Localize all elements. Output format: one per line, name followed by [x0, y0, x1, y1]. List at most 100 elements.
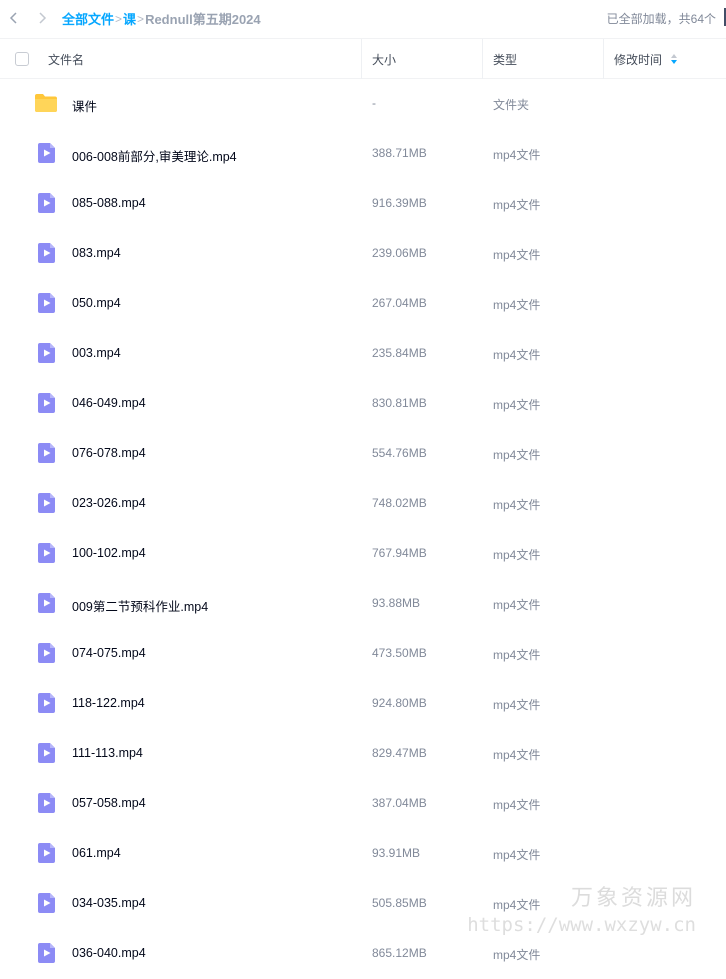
video-file-icon — [37, 242, 61, 264]
file-type: mp4文件 — [493, 898, 541, 912]
file-name[interactable]: 074-075.mp4 — [72, 646, 146, 660]
file-type: mp4文件 — [493, 698, 541, 712]
video-file-icon — [37, 142, 61, 164]
file-row[interactable]: 050.mp4 267.04MB mp4文件 — [0, 279, 726, 329]
top-bar: 全部文件 > 课 > Rednull第五期2024 已全部加载，共64个 — [0, 0, 726, 36]
file-row[interactable]: 111-113.mp4 829.47MB mp4文件 — [0, 729, 726, 779]
folder-icon — [34, 93, 58, 115]
file-size: 388.71MB — [372, 146, 427, 160]
file-name[interactable]: 083.mp4 — [72, 246, 121, 260]
chevron-right-icon — [39, 12, 47, 24]
breadcrumb-root[interactable]: 全部文件 — [62, 9, 114, 28]
file-row[interactable]: 046-049.mp4 830.81MB mp4文件 — [0, 379, 726, 429]
file-row[interactable]: 009第二节预科作业.mp4 93.88MB mp4文件 — [0, 579, 726, 629]
load-status: 已全部加载，共64个 — [606, 12, 716, 26]
file-size: 924.80MB — [372, 696, 427, 710]
file-row[interactable]: 083.mp4 239.06MB mp4文件 — [0, 229, 726, 279]
column-header-size[interactable]: 大小 — [372, 39, 396, 79]
column-header-type-label: 类型 — [493, 52, 518, 67]
file-row[interactable]: 085-088.mp4 916.39MB mp4文件 — [0, 179, 726, 229]
file-row[interactable]: 课件 - 文件夹 — [0, 79, 726, 129]
column-header-name[interactable]: 文件名 — [48, 39, 84, 79]
video-file-icon — [37, 542, 61, 564]
file-type: 文件夹 — [493, 98, 530, 112]
video-file-icon — [37, 742, 61, 764]
file-name[interactable]: 003.mp4 — [72, 346, 121, 360]
video-file-icon — [37, 892, 61, 914]
file-name[interactable]: 118-122.mp4 — [72, 696, 145, 710]
file-name[interactable]: 034-035.mp4 — [72, 896, 146, 910]
column-header-type[interactable]: 类型 — [493, 39, 517, 79]
file-size: 916.39MB — [372, 196, 427, 210]
breadcrumb-separator: > — [115, 11, 123, 26]
file-name[interactable]: 076-078.mp4 — [72, 446, 146, 460]
video-file-icon — [37, 642, 61, 664]
file-type: mp4文件 — [493, 298, 541, 312]
file-row[interactable]: 034-035.mp4 505.85MB mp4文件 — [0, 879, 726, 929]
sort-icon[interactable] — [670, 53, 678, 65]
file-type: mp4文件 — [493, 148, 541, 162]
file-name[interactable]: 036-040.mp4 — [72, 946, 146, 960]
file-type: mp4文件 — [493, 848, 541, 862]
file-type: mp4文件 — [493, 448, 541, 462]
file-type: mp4文件 — [493, 648, 541, 662]
file-size: 93.88MB — [372, 596, 421, 610]
file-row[interactable]: 036-040.mp4 865.12MB mp4文件 — [0, 929, 726, 979]
file-type: mp4文件 — [493, 598, 541, 612]
file-name[interactable]: 009第二节预科作业.mp4 — [72, 596, 208, 615]
file-row[interactable]: 003.mp4 235.84MB mp4文件 — [0, 329, 726, 379]
file-size: 830.81MB — [372, 396, 427, 410]
file-size: 235.84MB — [372, 346, 427, 360]
file-type: mp4文件 — [493, 748, 541, 762]
file-size: 267.04MB — [372, 296, 427, 310]
file-row[interactable]: 076-078.mp4 554.76MB mp4文件 — [0, 429, 726, 479]
video-file-icon — [37, 592, 61, 614]
file-name[interactable]: 085-088.mp4 — [72, 196, 146, 210]
file-name[interactable]: 057-058.mp4 — [72, 796, 146, 810]
file-size: 387.04MB — [372, 796, 427, 810]
list-header: 文件名 大小 类型 修改时间 — [0, 38, 726, 79]
file-size: 767.94MB — [372, 546, 427, 560]
select-all-checkbox[interactable] — [15, 52, 29, 66]
file-name[interactable]: 050.mp4 — [72, 296, 121, 310]
file-type: mp4文件 — [493, 548, 541, 562]
file-name[interactable]: 100-102.mp4 — [72, 546, 146, 560]
video-file-icon — [37, 492, 61, 514]
breadcrumb-separator: > — [137, 11, 145, 26]
file-row[interactable]: 006-008前部分,审美理论.mp4 388.71MB mp4文件 — [0, 129, 726, 179]
breadcrumb-level1[interactable]: 课 — [123, 9, 136, 28]
video-file-icon — [37, 342, 61, 364]
file-size: 748.02MB — [372, 496, 427, 510]
file-size: 505.85MB — [372, 896, 427, 910]
video-file-icon — [37, 442, 61, 464]
file-name[interactable]: 046-049.mp4 — [72, 396, 146, 410]
file-name[interactable]: 061.mp4 — [72, 846, 121, 860]
file-row[interactable]: 023-026.mp4 748.02MB mp4文件 — [0, 479, 726, 529]
back-button[interactable] — [4, 8, 24, 28]
file-size: 239.06MB — [372, 246, 427, 260]
file-row[interactable]: 100-102.mp4 767.94MB mp4文件 — [0, 529, 726, 579]
file-row[interactable]: 061.mp4 93.91MB mp4文件 — [0, 829, 726, 879]
video-file-icon — [37, 192, 61, 214]
column-divider — [482, 39, 483, 79]
file-type: mp4文件 — [493, 798, 541, 812]
file-name[interactable]: 课件 — [72, 96, 97, 115]
file-name[interactable]: 023-026.mp4 — [72, 496, 146, 510]
column-header-modified[interactable]: 修改时间 — [614, 39, 678, 79]
file-type: mp4文件 — [493, 248, 541, 262]
file-type: mp4文件 — [493, 398, 541, 412]
file-row[interactable]: 074-075.mp4 473.50MB mp4文件 — [0, 629, 726, 679]
file-row[interactable]: 118-122.mp4 924.80MB mp4文件 — [0, 679, 726, 729]
file-name[interactable]: 006-008前部分,审美理论.mp4 — [72, 146, 237, 165]
file-row[interactable]: 057-058.mp4 387.04MB mp4文件 — [0, 779, 726, 829]
file-name[interactable]: 111-113.mp4 — [72, 746, 143, 760]
video-file-icon — [37, 942, 61, 964]
file-type: mp4文件 — [493, 498, 541, 512]
breadcrumb: 全部文件 > 课 > Rednull第五期2024 — [62, 9, 261, 28]
breadcrumb-current: Rednull第五期2024 — [145, 12, 261, 27]
forward-button[interactable] — [32, 8, 52, 28]
video-file-icon — [37, 792, 61, 814]
file-type: mp4文件 — [493, 348, 541, 362]
file-size: 93.91MB — [372, 846, 421, 860]
column-header-name-label: 文件名 — [48, 52, 85, 67]
